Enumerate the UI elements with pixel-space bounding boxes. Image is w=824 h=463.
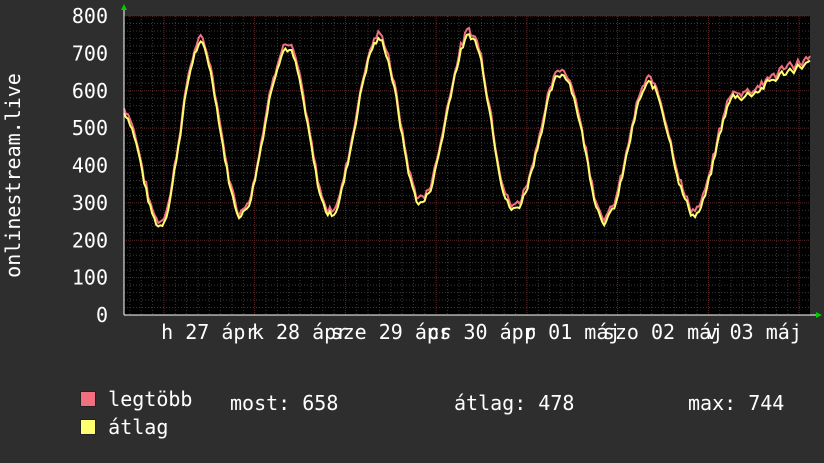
chart: 0 100 200 300 400 500 600 700 800 h 27 ápr k 28 áp… (0, 0, 824, 430)
x-tick-label: cs 30 ápr (427, 320, 535, 344)
y-tick-label: 600 (72, 79, 108, 103)
x-tick-label: v 03 máj (706, 320, 802, 344)
chart-svg: 0100200300400500600700800h 27 áprk 28 áp… (1, 4, 822, 344)
y-tick-label: 800 (72, 4, 108, 28)
y-tick-label: 300 (72, 191, 108, 215)
y-axis-arrow (121, 4, 127, 10)
y-tick-label: 400 (72, 154, 108, 178)
y-tick-label: 500 (72, 116, 108, 140)
y-tick-label: 200 (72, 228, 108, 252)
x-axis-arrow (816, 312, 822, 318)
y-tick-label: 0 (96, 303, 108, 327)
y-axis-title: onlinestream.live (1, 73, 25, 278)
y-tick-label: 700 (72, 41, 108, 65)
y-tick-label: 100 (72, 266, 108, 290)
x-tick-label: h 27 ápr (161, 320, 257, 344)
